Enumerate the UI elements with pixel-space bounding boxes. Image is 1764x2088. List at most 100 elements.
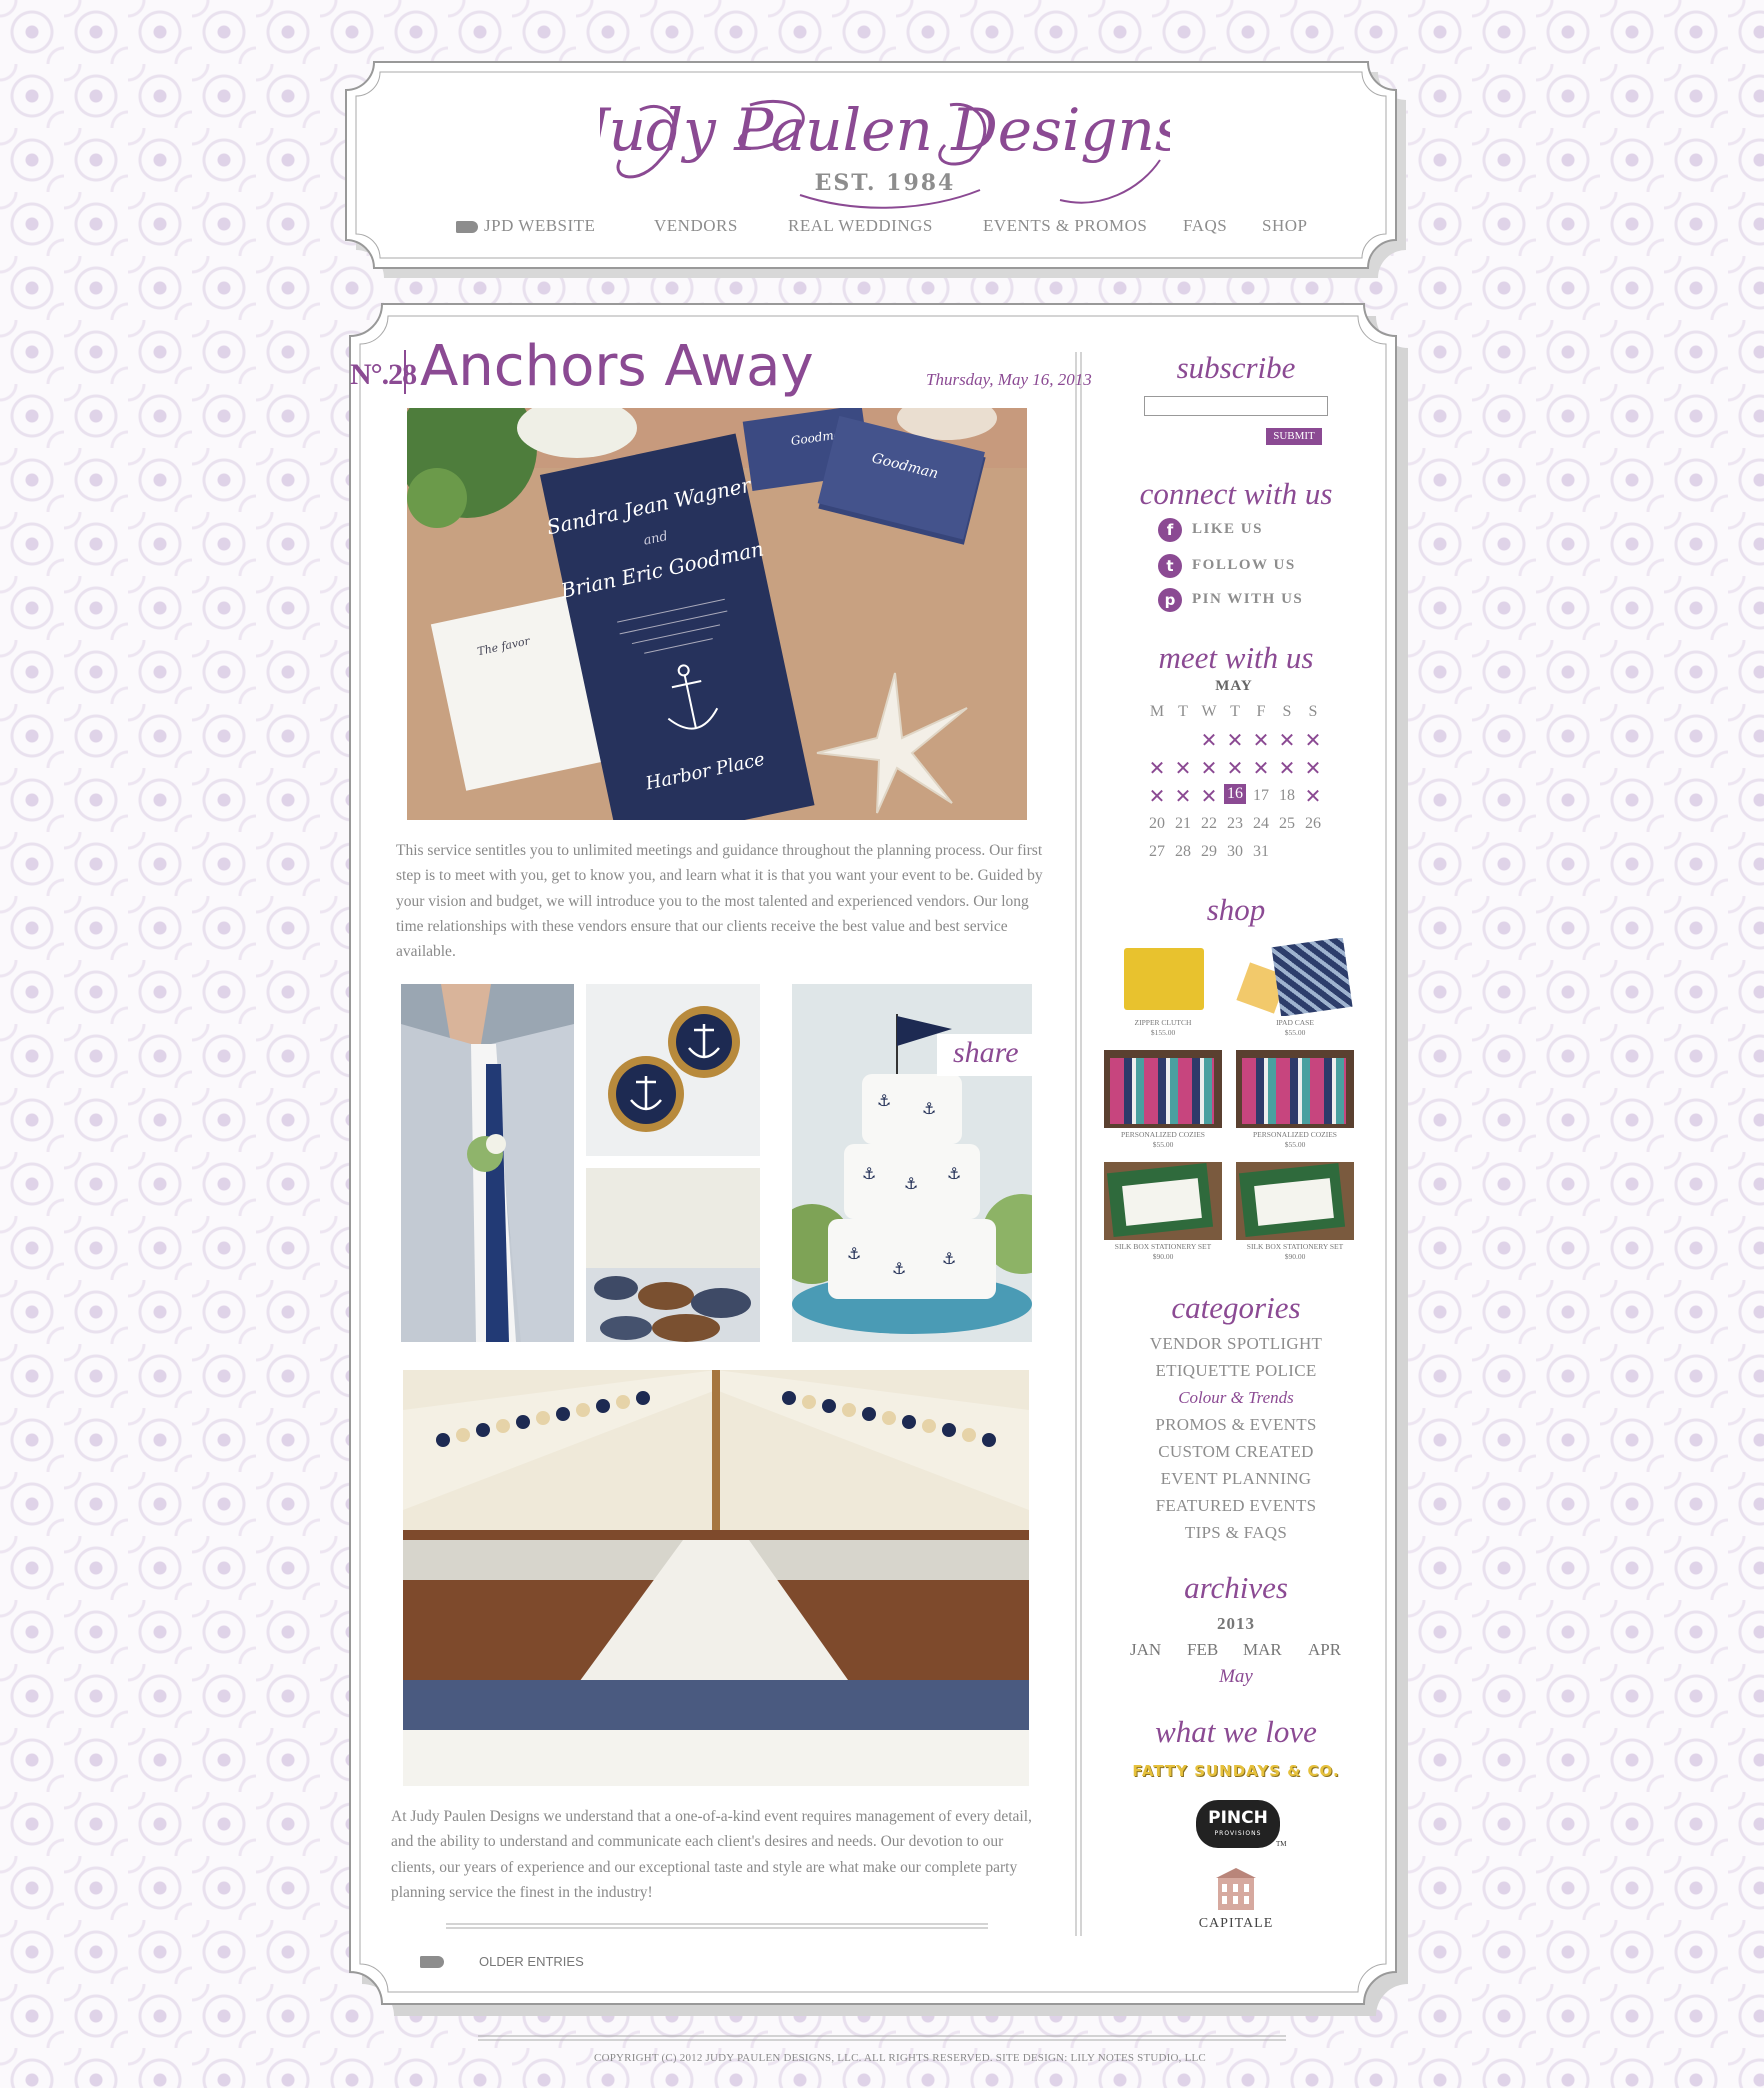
calendar-day[interactable]: 25 [1274, 812, 1300, 836]
capitale-building-icon [1216, 1868, 1256, 1910]
shop-item[interactable]: SILK BOX STATIONERY SET $90.00 [1104, 1162, 1222, 1262]
nav-vendors[interactable]: VENDORS [654, 216, 738, 236]
post-date: Thursday, May 16, 2013 [926, 370, 1092, 389]
nav-shop[interactable]: SHOP [1262, 216, 1307, 236]
calendar-weekday: S [1308, 703, 1318, 720]
calendar-day-booked: ✕ [1226, 728, 1244, 752]
love-heading: what we love [1155, 1714, 1317, 1749]
fatty-sundays-logo[interactable]: FATTY SUNDAYS & CO. [1086, 1762, 1386, 1780]
calendar-day-booked: ✕ [1304, 728, 1322, 752]
anchor-cake-photo[interactable]: ⚓ ⚓ ⚓ ⚓ ⚓ ⚓ ⚓ ⚓ share [792, 984, 1032, 1342]
calendar-day-booked: ✕ [1148, 756, 1166, 780]
svg-text:⚓: ⚓ [947, 1164, 961, 1183]
provisions-text: PROVISIONS [1214, 1830, 1262, 1837]
category-link[interactable]: PROMOS & EVENTS [1086, 1415, 1386, 1435]
archive-may[interactable]: May [1086, 1666, 1386, 1688]
older-entries-icon[interactable] [420, 1956, 444, 1968]
shop-item-name: SILK BOX STATIONERY SET [1114, 1242, 1212, 1251]
main-nav: JPD WEBSITE VENDORS REAL WEDDINGS EVENTS… [440, 216, 1340, 240]
calendar-month: MAY [1215, 678, 1253, 694]
site-logo[interactable]: Judy Paulen Designs EST. 1984 [575, 90, 1185, 220]
shop-item[interactable]: IPAD CASE $55.00 [1236, 938, 1354, 1038]
shop-item[interactable]: ZIPPER CLUTCH $155.00 [1104, 938, 1222, 1038]
subscribe-submit-button[interactable]: SUBMIT [1266, 428, 1322, 445]
calendar-day[interactable]: 24 [1248, 812, 1274, 836]
archive-feb[interactable]: FEB [1187, 1640, 1218, 1660]
social-label: PIN WITH US [1192, 591, 1304, 607]
calendar-day-booked: ✕ [1252, 756, 1270, 780]
category-link[interactable]: VENDOR SPOTLIGHT [1086, 1334, 1386, 1354]
calendar-day[interactable]: 20 [1144, 812, 1170, 836]
nav-jpd-website[interactable]: JPD WEBSITE [456, 216, 595, 236]
copyright: COPYRIGHT (C) 2012 JUDY PAULEN DESIGNS, … [594, 2052, 1206, 2064]
shop-item-price: $55.00 [1284, 1140, 1306, 1149]
calendar-day[interactable]: 18 [1274, 784, 1300, 808]
calendar-day[interactable]: 21 [1170, 812, 1196, 836]
groom-suit-photo[interactable] [401, 984, 574, 1342]
boat-shoes-photo[interactable] [586, 1168, 760, 1342]
post-number: N°.28 [350, 358, 417, 391]
subscribe-email-input[interactable] [1144, 396, 1328, 416]
category-link[interactable]: CUSTOM CREATED [1086, 1442, 1386, 1462]
calendar-day[interactable]: 17 [1248, 784, 1274, 808]
title-divider [404, 350, 406, 394]
archive-jan[interactable]: JAN [1130, 1640, 1161, 1660]
invitation-photo[interactable]: The favor Goodman Goodman Sandra Jean Wa… [407, 408, 1027, 820]
calendar-day[interactable]: 30 [1222, 840, 1248, 864]
calendar-day[interactable]: 23 [1222, 812, 1248, 836]
svg-text:⚓: ⚓ [892, 1259, 906, 1278]
shop-item-image [1236, 1050, 1354, 1128]
twitter-icon: t [1158, 554, 1182, 578]
shop-item-name: SILK BOX STATIONERY SET [1246, 1242, 1344, 1251]
category-link[interactable]: Colour & Trends [1086, 1388, 1386, 1408]
calendar-day-booked: ✕ [1148, 784, 1166, 808]
calendar-weekday: M [1149, 703, 1165, 720]
shop-item[interactable]: PERSONALIZED COZIES $55.00 [1104, 1050, 1222, 1150]
calendar-day-booked: ✕ [1252, 728, 1270, 752]
nav-real-weddings[interactable]: REAL WEDDINGS [788, 216, 933, 236]
archive-year: 2013 [1217, 1614, 1255, 1633]
calendar-weekday: T [1178, 703, 1188, 720]
calendar-day-booked: ✕ [1200, 728, 1218, 752]
svg-text:⚓: ⚓ [904, 1174, 918, 1193]
trademark-mark: TM [1276, 1840, 1287, 1848]
share-tab[interactable]: share [937, 1034, 1032, 1076]
category-link[interactable]: ETIQUETTE POLICE [1086, 1361, 1386, 1381]
pinch-provisions-logo[interactable]: PINCH PROVISIONS TM [1196, 1800, 1287, 1848]
nav-events-promos[interactable]: EVENTS & PROMOS [983, 216, 1147, 236]
archives-heading: archives [1184, 1570, 1288, 1605]
archive-apr[interactable]: APR [1308, 1640, 1341, 1660]
shop-item-image [1104, 938, 1222, 1016]
svg-text:⚓: ⚓ [847, 1244, 861, 1263]
calendar-day-today[interactable]: 16 [1224, 784, 1246, 804]
shop-item[interactable]: SILK BOX STATIONERY SET $90.00 [1236, 1162, 1354, 1262]
category-link[interactable]: TIPS & FAQS [1086, 1523, 1386, 1543]
capitale-logo[interactable]: CAPITALE [1086, 1916, 1386, 1932]
calendar-day-booked: ✕ [1174, 756, 1192, 780]
calendar-day[interactable]: 27 [1144, 840, 1170, 864]
shop-item-name: ZIPPER CLUTCH [1134, 1018, 1192, 1027]
calendar-day-booked: ✕ [1304, 756, 1322, 780]
shop-item[interactable]: PERSONALIZED COZIES $55.00 [1236, 1050, 1354, 1150]
share-label: share [953, 1036, 1019, 1069]
category-link[interactable]: FEATURED EVENTS [1086, 1496, 1386, 1516]
calendar-day[interactable]: 28 [1170, 840, 1196, 864]
shop-item-image [1236, 1162, 1354, 1240]
shop-item-price: $55.00 [1152, 1140, 1174, 1149]
shop-item-price: $55.00 [1284, 1028, 1306, 1037]
cufflinks-photo[interactable] [586, 984, 760, 1156]
calendar-day-booked: ✕ [1278, 728, 1296, 752]
archive-mar[interactable]: MAR [1243, 1640, 1282, 1660]
nav-faqs[interactable]: FAQS [1183, 216, 1227, 236]
older-entries-link[interactable]: OLDER ENTRIES [479, 1954, 584, 1969]
calendar-day[interactable]: 29 [1196, 840, 1222, 864]
shop-item-image [1236, 938, 1354, 1016]
tent-reception-photo[interactable] [403, 1370, 1029, 1786]
calendar-day[interactable]: 26 [1300, 812, 1326, 836]
calendar-day-booked: ✕ [1200, 784, 1218, 808]
calendar-day[interactable]: 22 [1196, 812, 1222, 836]
calendar-day[interactable]: 31 [1248, 840, 1274, 864]
categories-heading: categories [1171, 1290, 1301, 1325]
category-link[interactable]: EVENT PLANNING [1086, 1469, 1386, 1489]
post-title[interactable]: Anchors Away [420, 334, 814, 399]
